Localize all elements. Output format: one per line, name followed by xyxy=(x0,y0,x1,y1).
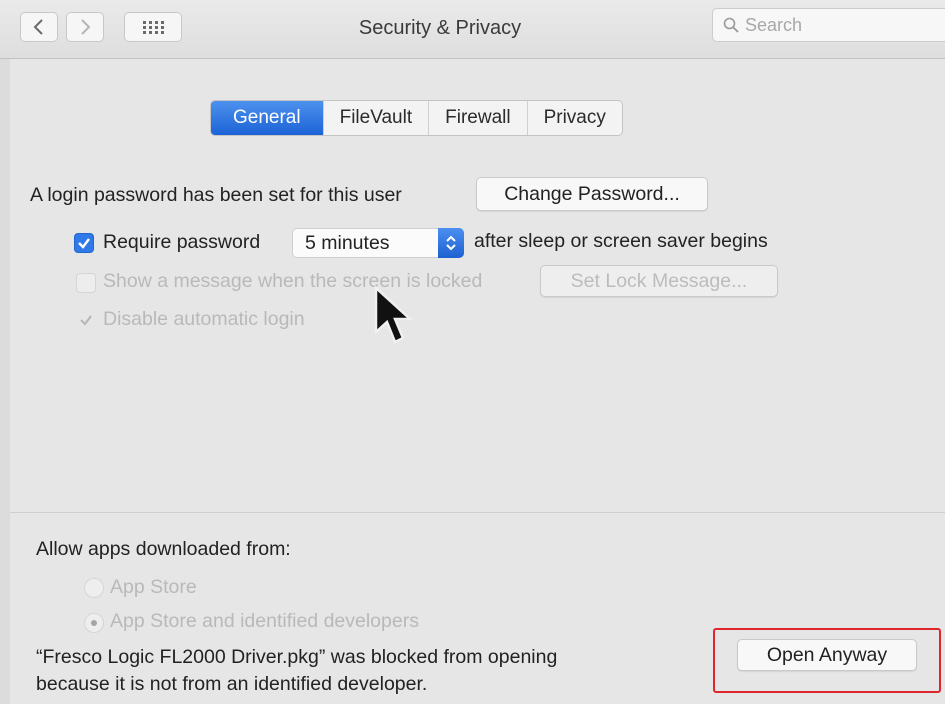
disable-login-label: Disable automatic login xyxy=(103,308,305,330)
radio-identified-developers[interactable] xyxy=(84,613,104,633)
tab-bar: General FileVault Firewall Privacy xyxy=(210,100,623,136)
checkmark-icon xyxy=(80,315,92,326)
allow-apps-heading: Allow apps downloaded from: xyxy=(36,538,291,560)
require-password-label: Require password xyxy=(103,231,261,253)
blocked-message-line2: because it is not from an identified dev… xyxy=(36,673,428,695)
preferences-pane xyxy=(10,59,945,704)
set-lock-message-button[interactable]: Set Lock Message... xyxy=(540,265,778,297)
show-message-label: Show a message when the screen is locked xyxy=(103,270,483,292)
require-password-interval-select[interactable]: 5 minutes xyxy=(292,228,464,258)
tab-privacy[interactable]: Privacy xyxy=(526,101,622,135)
window-toolbar: Security & Privacy Search xyxy=(0,0,945,59)
window-title: Security & Privacy xyxy=(358,17,522,39)
search-placeholder: Search xyxy=(745,14,803,35)
change-password-button[interactable]: Change Password... xyxy=(476,177,708,211)
disable-login-checkbox[interactable] xyxy=(76,310,96,330)
blocked-message-line1: “Fresco Logic FL2000 Driver.pkg” was blo… xyxy=(36,646,558,668)
tab-firewall[interactable]: Firewall xyxy=(428,101,526,135)
chevron-right-icon xyxy=(81,19,91,35)
forward-button[interactable] xyxy=(66,12,104,42)
after-sleep-text: after sleep or screen saver begins xyxy=(474,230,768,252)
radio-app-store[interactable] xyxy=(84,578,104,598)
search-field[interactable]: Search xyxy=(712,8,945,42)
search-icon xyxy=(723,17,739,33)
red-annotation-box xyxy=(713,628,941,693)
section-divider xyxy=(10,512,945,513)
radio-dot xyxy=(91,620,97,626)
interval-value: 5 minutes xyxy=(305,232,390,254)
radio-identified-developers-label: App Store and identified developers xyxy=(110,610,419,632)
mouse-pointer-icon xyxy=(374,286,414,344)
show-message-checkbox[interactable] xyxy=(76,273,96,293)
grid-icon xyxy=(143,21,164,34)
updown-arrows-icon xyxy=(438,228,464,258)
tab-filevault[interactable]: FileVault xyxy=(322,101,429,135)
show-all-button[interactable] xyxy=(124,12,182,42)
tab-general[interactable]: General xyxy=(211,101,323,135)
login-password-text: A login password has been set for this u… xyxy=(30,184,402,206)
require-password-checkbox[interactable] xyxy=(74,233,94,253)
radio-app-store-label: App Store xyxy=(110,576,197,598)
checkmark-icon xyxy=(78,238,90,249)
chevron-left-icon xyxy=(33,19,43,35)
back-button[interactable] xyxy=(20,12,58,42)
